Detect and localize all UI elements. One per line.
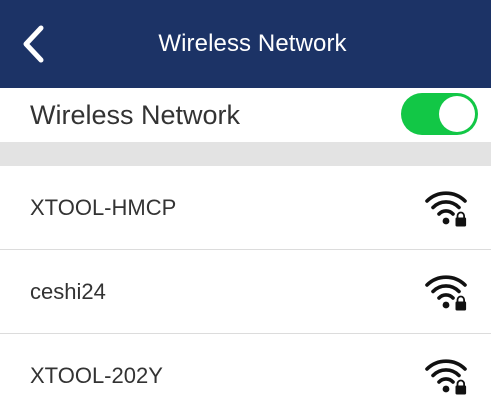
wifi-locked-icon [424,356,468,396]
wireless-toggle-label: Wireless Network [30,99,241,130]
network-list: XTOOL-HMCP ceshi24 XTOOL-202Y [0,166,491,411]
network-ssid: ceshi24 [30,279,106,304]
wifi-locked-icon [424,272,468,312]
wifi-locked-icon [424,188,468,228]
network-ssid: XTOOL-202Y [30,363,163,388]
network-ssid: XTOOL-HMCP [30,195,177,220]
network-item[interactable]: XTOOL-202Y [0,334,491,411]
wireless-toggle-row: Wireless Network [0,88,491,142]
section-divider [0,142,491,166]
wireless-network-screen: Wireless Network Wireless Network XTOOL-… [0,0,491,411]
wireless-toggle-switch[interactable] [401,93,478,135]
network-item[interactable]: ceshi24 [0,250,491,334]
switch-knob [439,96,475,132]
page-title: Wireless Network [158,30,347,57]
header-bar: Wireless Network [0,0,491,88]
network-item[interactable]: XTOOL-HMCP [0,166,491,250]
